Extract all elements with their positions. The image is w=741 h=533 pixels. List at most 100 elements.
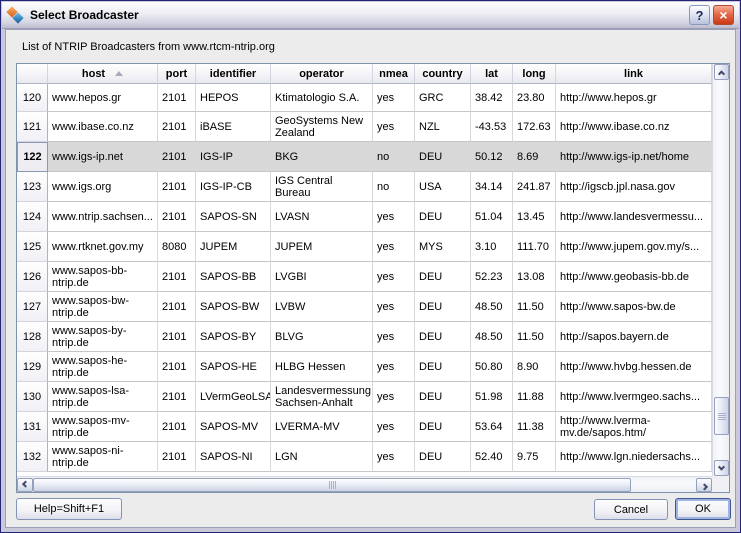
help-button[interactable]: Help=Shift+F1 — [16, 498, 122, 520]
cell-port[interactable]: 2101 — [158, 292, 196, 322]
cell-port[interactable]: 2101 — [158, 112, 196, 142]
ok-button[interactable]: OK — [675, 498, 731, 520]
cell-operator[interactable]: BLVG — [271, 322, 373, 352]
cell-link[interactable]: http://www.lgn.niedersachs... — [556, 442, 712, 472]
cell-identifier[interactable]: SAPOS-MV — [196, 412, 271, 442]
cell-port[interactable]: 2101 — [158, 382, 196, 412]
cell-identifier[interactable]: JUPEM — [196, 232, 271, 262]
cell-identifier[interactable]: HEPOS — [196, 84, 271, 112]
cell-link[interactable]: http://www.ibase.co.nz — [556, 112, 712, 142]
cell-host[interactable]: www.sapos-bb- ntrip.de — [48, 262, 158, 292]
cell-country[interactable]: DEU — [415, 412, 471, 442]
cell-host[interactable]: www.sapos-he- ntrip.de — [48, 352, 158, 382]
scroll-right-button[interactable] — [696, 478, 712, 492]
cell-operator[interactable]: LVBW — [271, 292, 373, 322]
close-button[interactable]: × — [713, 5, 734, 25]
cell-nmea[interactable]: yes — [373, 382, 415, 412]
cell-row-number[interactable]: 123 — [17, 172, 48, 202]
cell-country[interactable]: DEU — [415, 202, 471, 232]
table-row[interactable]: 127www.sapos-bw- ntrip.de2101SAPOS-BWLVB… — [17, 292, 712, 322]
cell-port[interactable]: 2101 — [158, 142, 196, 172]
cell-lat[interactable]: 34.14 — [471, 172, 513, 202]
column-header-lat[interactable]: lat — [471, 64, 513, 84]
cell-country[interactable]: DEU — [415, 292, 471, 322]
horizontal-scrollbar[interactable] — [17, 476, 712, 492]
cell-long[interactable]: 23.80 — [513, 84, 556, 112]
table-row[interactable]: 122www.igs-ip.net2101IGS-IPBKGnoDEU50.12… — [17, 142, 712, 172]
cell-row-number[interactable]: 124 — [17, 202, 48, 232]
cell-operator[interactable]: LVASN — [271, 202, 373, 232]
cell-long[interactable]: 111.70 — [513, 232, 556, 262]
cell-long[interactable]: 8.69 — [513, 142, 556, 172]
vertical-scrollbar[interactable] — [712, 64, 729, 476]
column-header-num[interactable] — [17, 64, 48, 84]
cell-host[interactable]: www.ibase.co.nz — [48, 112, 158, 142]
cell-identifier[interactable]: iBASE — [196, 112, 271, 142]
cell-nmea[interactable]: yes — [373, 322, 415, 352]
cell-port[interactable]: 2101 — [158, 202, 196, 232]
cell-country[interactable]: DEU — [415, 442, 471, 472]
cell-lat[interactable]: 52.40 — [471, 442, 513, 472]
cell-identifier[interactable]: SAPOS-HE — [196, 352, 271, 382]
horizontal-scrollbar-thumb[interactable] — [33, 478, 631, 492]
cell-lat[interactable]: 38.42 — [471, 84, 513, 112]
column-header-long[interactable]: long — [513, 64, 556, 84]
table-row[interactable]: 128www.sapos-by- ntrip.de2101SAPOS-BYBLV… — [17, 322, 712, 352]
cell-nmea[interactable]: yes — [373, 232, 415, 262]
column-header-country[interactable]: country — [415, 64, 471, 84]
cell-long[interactable]: 13.45 — [513, 202, 556, 232]
cell-link[interactable]: http://www.hvbg.hessen.de — [556, 352, 712, 382]
cell-lat[interactable]: 50.80 — [471, 352, 513, 382]
cell-row-number[interactable]: 125 — [17, 232, 48, 262]
scroll-left-button[interactable] — [17, 478, 33, 492]
cell-identifier[interactable]: SAPOS-SN — [196, 202, 271, 232]
cell-operator[interactable]: HLBG Hessen — [271, 352, 373, 382]
table-row[interactable]: 121www.ibase.co.nz2101iBASEGeoSystems Ne… — [17, 112, 712, 142]
cell-host[interactable]: www.sapos-by- ntrip.de — [48, 322, 158, 352]
cell-lat[interactable]: 53.64 — [471, 412, 513, 442]
cell-country[interactable]: DEU — [415, 382, 471, 412]
cell-long[interactable]: 11.50 — [513, 322, 556, 352]
cell-link[interactable]: http://www.landesvermessu... — [556, 202, 712, 232]
cell-operator[interactable]: Ktimatologio S.A. — [271, 84, 373, 112]
table-row[interactable]: 124www.ntrip.sachsen...2101SAPOS-SNLVASN… — [17, 202, 712, 232]
scroll-down-button[interactable] — [714, 460, 729, 476]
column-header-operator[interactable]: operator — [271, 64, 373, 84]
cell-identifier[interactable]: SAPOS-NI — [196, 442, 271, 472]
cell-long[interactable]: 13.08 — [513, 262, 556, 292]
table-row[interactable]: 132www.sapos-ni- ntrip.de2101SAPOS-NILGN… — [17, 442, 712, 472]
cell-nmea[interactable]: yes — [373, 292, 415, 322]
cell-nmea[interactable]: yes — [373, 442, 415, 472]
column-header-port[interactable]: port — [158, 64, 196, 84]
cell-nmea[interactable]: yes — [373, 84, 415, 112]
cell-country[interactable]: GRC — [415, 84, 471, 112]
cell-identifier[interactable]: IGS-IP-CB — [196, 172, 271, 202]
cell-row-number[interactable]: 127 — [17, 292, 48, 322]
cell-port[interactable]: 2101 — [158, 172, 196, 202]
cell-country[interactable]: DEU — [415, 322, 471, 352]
cell-lat[interactable]: -43.53 — [471, 112, 513, 142]
cell-port[interactable]: 2101 — [158, 412, 196, 442]
table-row[interactable]: 126www.sapos-bb- ntrip.de2101SAPOS-BBLVG… — [17, 262, 712, 292]
cell-port[interactable]: 2101 — [158, 84, 196, 112]
cell-country[interactable]: DEU — [415, 352, 471, 382]
cell-row-number[interactable]: 132 — [17, 442, 48, 472]
column-header-nmea[interactable]: nmea — [373, 64, 415, 84]
cell-operator[interactable]: BKG — [271, 142, 373, 172]
cell-host[interactable]: www.sapos-ni- ntrip.de — [48, 442, 158, 472]
cell-long[interactable]: 9.75 — [513, 442, 556, 472]
cell-link[interactable]: http://www.hepos.gr — [556, 84, 712, 112]
cell-row-number[interactable]: 130 — [17, 382, 48, 412]
cell-identifier[interactable]: SAPOS-BB — [196, 262, 271, 292]
title-bar[interactable]: Select Broadcaster ? × — [2, 2, 739, 29]
cell-lat[interactable]: 52.23 — [471, 262, 513, 292]
cell-host[interactable]: www.rtknet.gov.my — [48, 232, 158, 262]
cell-lat[interactable]: 50.12 — [471, 142, 513, 172]
cell-link[interactable]: http://igscb.jpl.nasa.gov — [556, 172, 712, 202]
cell-link[interactable]: http://www.lvermgeo.sachs... — [556, 382, 712, 412]
cell-link[interactable]: http://www.sapos-bw.de — [556, 292, 712, 322]
cell-port[interactable]: 8080 — [158, 232, 196, 262]
table-row[interactable]: 125www.rtknet.gov.my8080JUPEMJUPEMyesMYS… — [17, 232, 712, 262]
cell-row-number[interactable]: 126 — [17, 262, 48, 292]
cell-operator[interactable]: IGS Central Bureau — [271, 172, 373, 202]
